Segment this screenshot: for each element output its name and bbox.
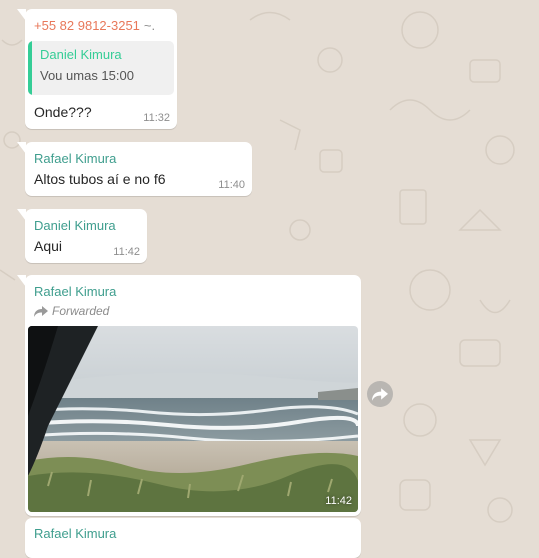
message-bubble[interactable]: +55 82 9812-3251 ~. Daniel Kimura Vou uma…: [17, 9, 177, 129]
message-bubble[interactable]: Rafael Kimura Altos tubos aí e no f6 11:…: [17, 142, 252, 196]
sender-suffix: ~.: [143, 18, 156, 33]
quoted-message[interactable]: Daniel Kimura Vou umas 15:00: [28, 41, 174, 95]
sender-phone[interactable]: +55 82 9812-3251 ~.: [34, 18, 155, 33]
sender-name[interactable]: Daniel Kimura: [34, 218, 116, 233]
message-bubble[interactable]: Rafael Kimura: [25, 518, 361, 558]
forward-arrow-icon: [34, 306, 48, 317]
quote-sender: Daniel Kimura: [40, 47, 122, 62]
message-text: Aqui: [34, 238, 63, 254]
bubble-tail: [17, 9, 26, 21]
forwarded-text: Forwarded: [52, 304, 110, 318]
message-bubble[interactable]: Daniel Kimura Aqui 11:42: [17, 209, 147, 263]
quote-bar: [28, 41, 32, 95]
photo-time: 11:42: [325, 495, 352, 507]
share-button[interactable]: [367, 381, 393, 407]
sender-name[interactable]: +55 82 9812-3251: [34, 18, 140, 33]
beach-photo-image: [28, 326, 358, 512]
forwarded-label: Forwarded: [34, 304, 109, 318]
bubble-tail: [17, 275, 26, 287]
quote-text: Vou umas 15:00: [40, 68, 134, 83]
share-arrow-icon: [372, 387, 388, 401]
sender-name[interactable]: Rafael Kimura: [34, 526, 116, 541]
sender-name[interactable]: Rafael Kimura: [34, 151, 116, 166]
bubble-tail: [17, 142, 26, 154]
bubble-tail: [17, 209, 26, 221]
beach-photo[interactable]: 11:42: [28, 326, 358, 512]
message-text: Onde???: [34, 104, 92, 120]
message-time: 11:42: [113, 246, 140, 258]
message-time: 11:32: [143, 112, 170, 124]
message-text: Altos tubos aí e no f6: [34, 171, 166, 187]
sender-name[interactable]: Rafael Kimura: [34, 284, 116, 299]
message-time: 11:40: [218, 179, 245, 191]
message-bubble[interactable]: Rafael Kimura Forwarded 11:42: [17, 275, 361, 516]
